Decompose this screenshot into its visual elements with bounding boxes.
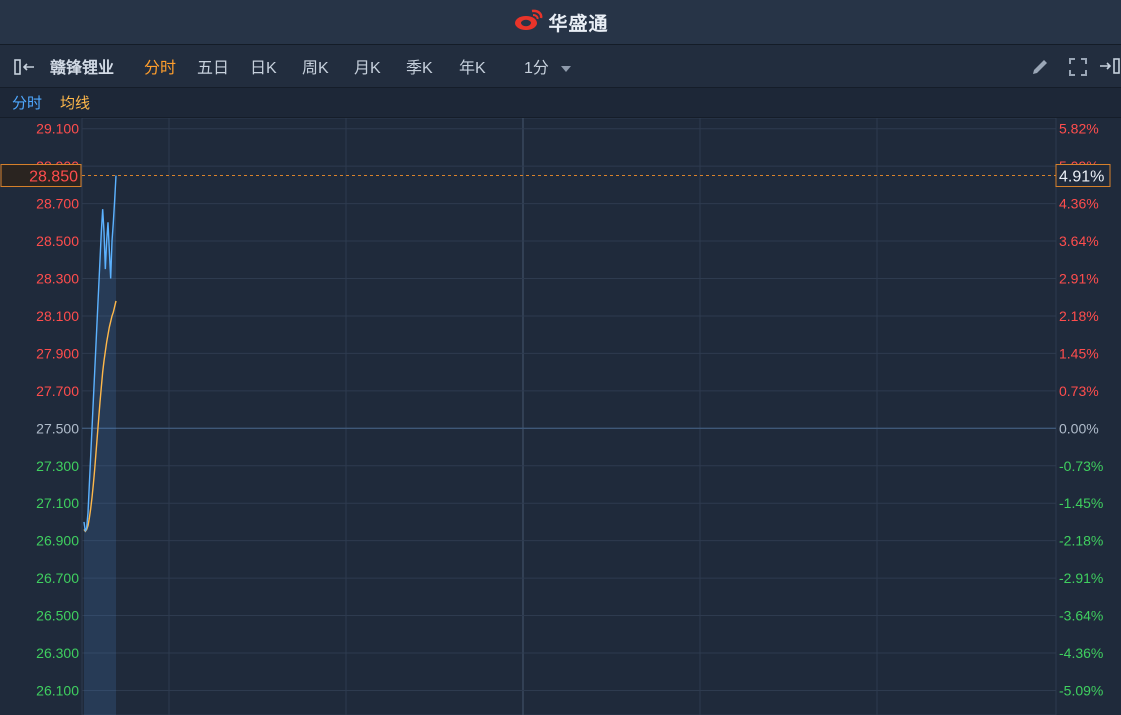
- fullscreen-icon[interactable]: [1067, 56, 1089, 83]
- collapse-left-icon[interactable]: [14, 58, 38, 81]
- y-tick-label-left: 26.100: [36, 682, 79, 698]
- tab-monthly-k[interactable]: 月K: [354, 54, 381, 78]
- period-select[interactable]: 1分: [524, 54, 572, 78]
- y-tick-label-right: 1.45%: [1059, 345, 1099, 361]
- y-tick-label-left: 26.500: [36, 608, 79, 624]
- current-change-label: 4.91%: [1059, 169, 1104, 186]
- y-tick-label-right: 5.82%: [1059, 121, 1099, 137]
- y-tick-label-right: -2.91%: [1059, 570, 1103, 586]
- y-tick-label-left: 27.500: [36, 420, 79, 436]
- current-price-label: 28.850: [29, 169, 78, 186]
- period-value: 1分: [524, 60, 549, 77]
- y-tick-label-right: -0.73%: [1059, 458, 1103, 474]
- y-tick-label-left: 29.100: [36, 121, 79, 137]
- y-tick-label-right: 2.18%: [1059, 308, 1099, 324]
- y-tick-label-right: 4.36%: [1059, 196, 1099, 212]
- pencil-icon[interactable]: [1029, 56, 1051, 83]
- tab-quarterly-k[interactable]: 季K: [406, 54, 433, 78]
- app-header: 华盛通: [0, 0, 1121, 45]
- legend-price-line: 分时: [12, 95, 43, 112]
- y-tick-label-right: 0.00%: [1059, 420, 1099, 436]
- tab-weekly-k[interactable]: 周K: [302, 54, 329, 78]
- y-tick-label-right: -3.64%: [1059, 608, 1103, 624]
- y-tick-label-left: 27.100: [36, 495, 79, 511]
- y-tick-label-right: -2.18%: [1059, 533, 1103, 549]
- tab-five-day[interactable]: 五日: [197, 54, 229, 78]
- brand-name: 华盛通: [548, 13, 609, 35]
- y-tick-label-left: 27.900: [36, 345, 79, 361]
- tab-intraday[interactable]: 分时: [144, 54, 176, 78]
- intraday-chart[interactable]: 29.1005.82%28.9005.09%28.7004.36%28.5003…: [0, 118, 1121, 715]
- tab-daily-k[interactable]: 日K: [250, 54, 277, 78]
- brand-logo-icon: [512, 8, 544, 37]
- chart-legend: 分时 均线: [0, 88, 1121, 118]
- y-tick-label-left: 27.300: [36, 458, 79, 474]
- y-tick-label-right: 0.73%: [1059, 383, 1099, 399]
- plot-frame: [81, 118, 1057, 715]
- y-tick-label-left: 26.300: [36, 645, 79, 661]
- y-tick-label-right: 3.64%: [1059, 233, 1099, 249]
- chevron-down-icon: [561, 60, 572, 77]
- y-tick-label-left: 28.500: [36, 233, 79, 249]
- stock-name[interactable]: 赣锋锂业: [50, 54, 114, 78]
- y-tick-label-right: -4.36%: [1059, 645, 1103, 661]
- brand: 华盛通: [512, 8, 608, 37]
- y-tick-label-left: 28.300: [36, 271, 79, 287]
- y-tick-label-right: -5.09%: [1059, 682, 1103, 698]
- y-tick-label-left: 26.900: [36, 533, 79, 549]
- collapse-right-icon[interactable]: [1099, 57, 1121, 80]
- y-tick-label-left: 28.700: [36, 196, 79, 212]
- y-tick-label-right: -1.45%: [1059, 495, 1103, 511]
- y-tick-label-left: 27.700: [36, 383, 79, 399]
- y-tick-label-left: 26.700: [36, 570, 79, 586]
- y-tick-label-right: 2.91%: [1059, 271, 1099, 287]
- chart-toolbar: 赣锋锂业 分时 五日 日K 周K 月K 季K 年K 1分: [0, 45, 1121, 88]
- y-tick-label-left: 28.100: [36, 308, 79, 324]
- legend-average-line: 均线: [60, 95, 91, 112]
- tab-yearly-k[interactable]: 年K: [459, 54, 486, 78]
